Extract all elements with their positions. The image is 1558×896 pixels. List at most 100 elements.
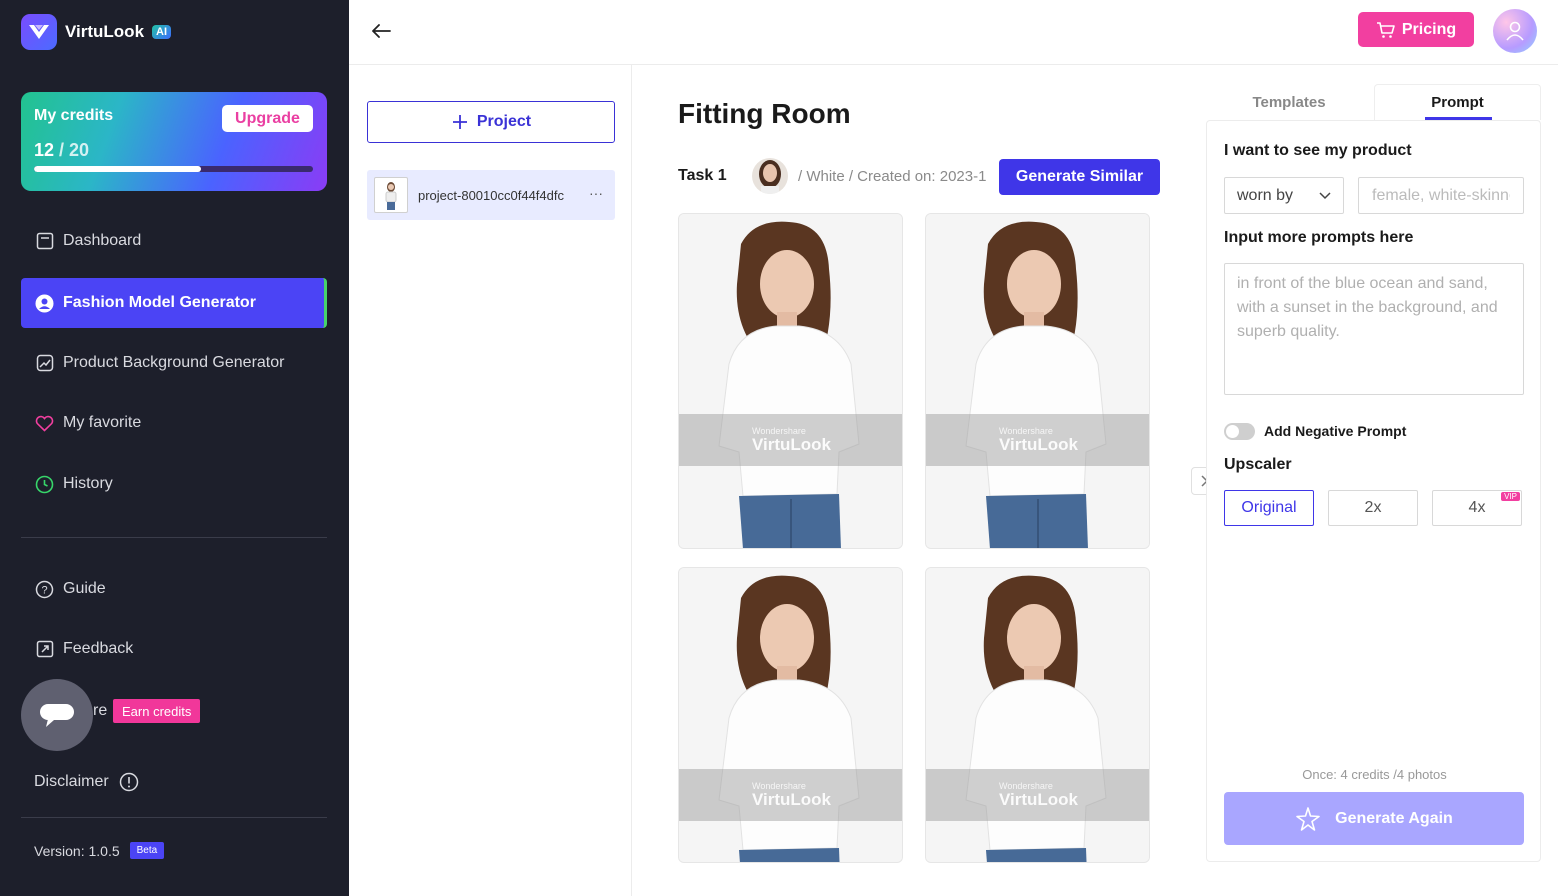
model-photo [679, 214, 902, 548]
sidebar-item-guide[interactable]: ? Guide [21, 564, 327, 614]
virtulook-logo-icon [21, 14, 57, 50]
generate-again-button[interactable]: Generate Again [1224, 792, 1524, 845]
user-circle-icon [35, 294, 54, 313]
pricing-label: Pricing [1401, 20, 1457, 38]
credits-progress-fill [34, 166, 202, 172]
sidebar-item-my-favorite[interactable]: My favorite [21, 398, 327, 448]
result-photo[interactable]: Wondershare VirtuLook [678, 213, 903, 549]
project-list-item[interactable]: project-80010cc0f44f4dfc ··· [367, 170, 615, 220]
pricing-button[interactable]: Pricing [1358, 12, 1474, 47]
sidebar: VirtuLook AI My credits 12 / 20 Upgrade … [0, 0, 349, 896]
version-label: Version: 1.0.5 [34, 842, 120, 859]
info-icon [119, 772, 138, 792]
project-thumbnail [374, 177, 408, 213]
new-project-label: Project [476, 113, 532, 130]
sidebar-item-feedback[interactable]: Feedback [21, 624, 327, 674]
sidebar-item-label: Fashion Model Generator [63, 294, 256, 311]
worn-by-value: worn by [1237, 186, 1294, 204]
sidebar-item-share-label[interactable]: re [93, 702, 107, 720]
upscaler-label: Upscaler [1224, 456, 1292, 473]
watermark-name: VirtuLook [998, 790, 1079, 809]
see-product-label: I want to see my product [1224, 142, 1412, 159]
back-button[interactable] [369, 19, 393, 43]
watermark-brand: Wondershare [751, 426, 806, 436]
credits-card: My credits 12 / 20 Upgrade [21, 92, 327, 191]
sidebar-item-history[interactable]: History [21, 459, 327, 509]
upscale-4x-label: 4x [1468, 499, 1486, 516]
top-bar: Pricing [349, 0, 1558, 65]
tab-templates[interactable]: Templates [1206, 84, 1372, 120]
dashboard-icon [35, 232, 54, 251]
arrow-left-icon [372, 24, 391, 38]
toggle-knob [1226, 425, 1239, 438]
svg-text:?: ? [41, 584, 47, 596]
task-label: Task 1 [678, 167, 727, 184]
version-info: Version: 1.0.5 Beta [34, 842, 165, 859]
watermark-brand: Wondershare [751, 781, 806, 791]
question-circle-icon: ? [35, 580, 54, 599]
result-photo[interactable]: Wondershare VirtuLook [925, 567, 1150, 863]
watermark: Wondershare VirtuLook [998, 426, 1079, 454]
upgrade-button[interactable]: Upgrade [222, 105, 313, 132]
model-photo [926, 214, 1149, 548]
sidebar-item-product-background-generator[interactable]: Product Background Generator [21, 338, 327, 388]
ai-badge: AI [152, 25, 172, 39]
credits-count: 12 / 20 [34, 140, 89, 161]
sidebar-item-label: History [63, 475, 113, 492]
model-avatar [752, 158, 788, 194]
tab-prompt[interactable]: Prompt [1374, 84, 1541, 120]
sidebar-item-label: My favorite [63, 414, 142, 431]
disclaimer-link[interactable]: Disclaimer [34, 772, 139, 792]
chat-button[interactable] [21, 679, 93, 751]
beta-badge: Beta [129, 842, 165, 859]
worn-by-select[interactable]: worn by [1224, 177, 1344, 214]
more-prompts-label: Input more prompts here [1224, 229, 1414, 246]
sparkle-star-icon [1296, 806, 1320, 831]
result-photo[interactable]: Wondershare VirtuLook [678, 567, 903, 863]
watermark-name: VirtuLook [998, 435, 1079, 454]
generate-similar-button[interactable]: Generate Similar [999, 159, 1160, 195]
negative-prompt-label: Add Negative Prompt [1264, 423, 1407, 439]
upscale-4x-button[interactable]: 4x VIP [1432, 490, 1522, 526]
upscale-2x-button[interactable]: 2x [1328, 490, 1418, 526]
page-title: Fitting Room [678, 98, 851, 129]
sidebar-item-label: Guide [63, 580, 106, 597]
vip-badge: VIP [1501, 492, 1520, 501]
upscale-original-button[interactable]: Original [1224, 490, 1314, 526]
task-meta: / White / Created on: 2023-1 [798, 167, 987, 185]
more-options-icon[interactable]: ··· [589, 185, 603, 201]
disclaimer-label: Disclaimer [34, 773, 109, 790]
watermark: Wondershare VirtuLook [751, 781, 832, 809]
credit-cost-text: Once: 4 credits /4 photos [1302, 767, 1447, 782]
project-name: project-80010cc0f44f4dfc [418, 187, 564, 203]
watermark-band: Wondershare VirtuLook [926, 414, 1149, 466]
cart-icon [1376, 21, 1395, 38]
sidebar-item-fashion-model-generator[interactable]: Fashion Model Generator [21, 278, 327, 328]
chat-bubble-icon [40, 704, 74, 727]
model-description-input[interactable] [1358, 177, 1524, 214]
sidebar-item-label: Dashboard [63, 232, 142, 249]
watermark-band: Wondershare VirtuLook [679, 769, 902, 821]
user-avatar[interactable] [1493, 9, 1537, 53]
earn-credits-badge[interactable]: Earn credits [113, 699, 201, 723]
watermark-band: Wondershare VirtuLook [926, 769, 1149, 821]
user-icon [1506, 21, 1524, 41]
sidebar-item-dashboard[interactable]: Dashboard [21, 216, 327, 266]
sidebar-divider [21, 537, 327, 538]
generate-again-label: Generate Again [1335, 809, 1453, 827]
watermark: Wondershare VirtuLook [751, 426, 831, 454]
new-project-button[interactable]: Project [367, 101, 615, 143]
result-photo[interactable]: Wondershare VirtuLook [925, 213, 1150, 549]
logo[interactable]: VirtuLook AI [21, 14, 172, 50]
negative-prompt-toggle[interactable] [1224, 423, 1255, 440]
prompt-textarea[interactable] [1224, 263, 1524, 395]
clock-icon [35, 475, 54, 494]
plus-icon [452, 115, 467, 129]
watermark-name: VirtuLook [751, 790, 832, 809]
prompt-panel: I want to see my product worn by Input m… [1206, 120, 1541, 862]
external-link-icon [35, 640, 54, 659]
watermark-band: Wondershare VirtuLook [679, 414, 902, 466]
chevron-down-icon [1319, 191, 1331, 199]
sidebar-item-label: Product Background Generator [63, 354, 285, 371]
watermark-brand: Wondershare [998, 426, 1053, 436]
